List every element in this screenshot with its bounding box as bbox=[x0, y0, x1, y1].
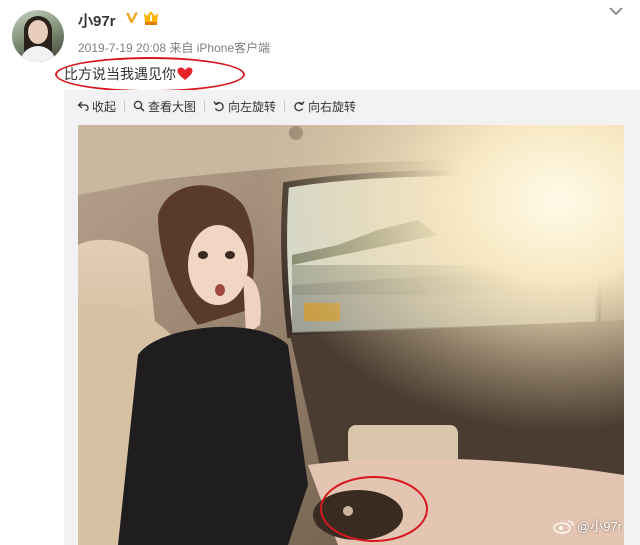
post-photo[interactable] bbox=[78, 125, 624, 545]
rotate-left-icon bbox=[213, 101, 224, 112]
avatar[interactable] bbox=[12, 10, 64, 62]
collapse-arrow-icon bbox=[77, 101, 89, 112]
watermark-handle: @小97r bbox=[577, 519, 622, 534]
collapse-button[interactable]: 收起 bbox=[77, 98, 116, 115]
username[interactable]: 小97r bbox=[78, 10, 116, 31]
collapse-label: 收起 bbox=[92, 99, 117, 114]
weibo-logo-icon bbox=[553, 519, 574, 534]
post-text-content: 比方说当我遇见你 bbox=[64, 66, 176, 82]
chevron-down-icon[interactable] bbox=[609, 6, 623, 16]
rotate-right-button[interactable]: 向右旋转 bbox=[293, 98, 356, 115]
divider bbox=[284, 100, 286, 112]
heart-icon bbox=[177, 67, 193, 80]
rotate-right-label: 向右旋转 bbox=[308, 99, 357, 114]
verified-v-icon bbox=[126, 12, 138, 23]
weibo-watermark: @小97r bbox=[553, 516, 622, 535]
post-text: 比方说当我遇见你 bbox=[64, 64, 193, 84]
divider bbox=[204, 100, 206, 112]
post-meta: 2019-7-19 20:08 来自 iPhone客户端 bbox=[78, 39, 270, 56]
view-large-button[interactable]: 查看大图 bbox=[133, 98, 196, 115]
rotate-right-icon bbox=[294, 101, 305, 112]
vip-badge-icon bbox=[144, 11, 158, 25]
divider bbox=[124, 100, 126, 112]
photo-illustration bbox=[78, 125, 624, 545]
post-header: 小97r 2019-7-19 20:08 来自 iPhone客户端 比方说当我遇… bbox=[0, 0, 640, 92]
post-source: 来自 iPhone客户端 bbox=[169, 41, 271, 55]
magnifier-icon bbox=[133, 100, 145, 112]
view-large-label: 查看大图 bbox=[148, 99, 197, 114]
rotate-left-button[interactable]: 向左旋转 bbox=[213, 98, 276, 115]
image-toolbar: 收起 查看大图 向左旋转 向右旋转 bbox=[77, 95, 356, 117]
timestamp[interactable]: 2019-7-19 20:08 bbox=[78, 41, 166, 55]
rotate-left-label: 向左旋转 bbox=[228, 99, 277, 114]
